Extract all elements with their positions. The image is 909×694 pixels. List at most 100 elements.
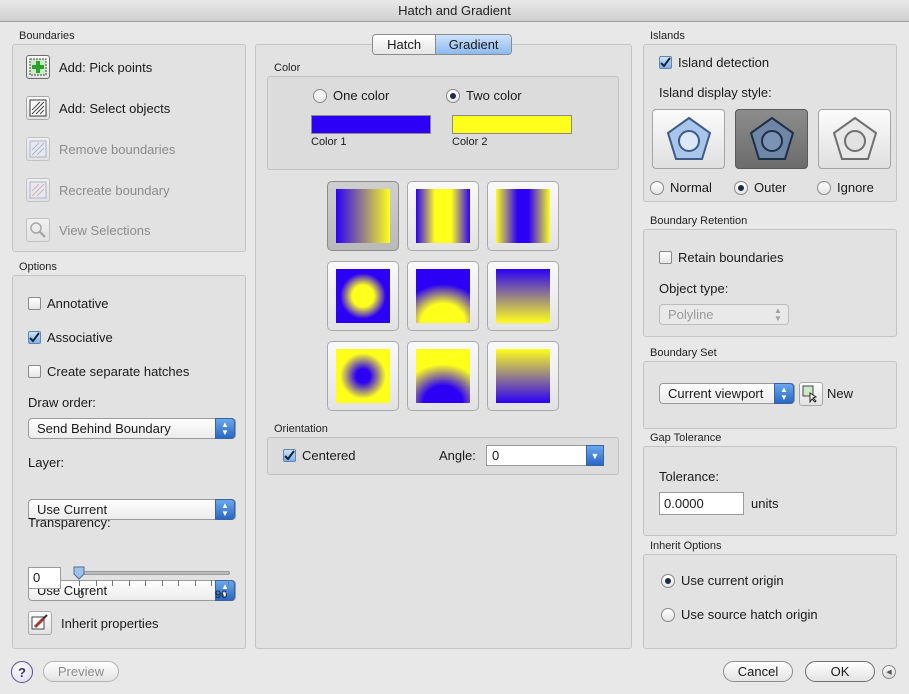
island-normal-button[interactable] <box>652 109 725 169</box>
tab-gradient[interactable]: Gradient <box>436 35 511 54</box>
options-panel: Annotative Associative Create separate h… <box>12 275 246 649</box>
chevron-down-icon[interactable]: ▼ <box>586 445 604 466</box>
separate-hatches-checkbox[interactable]: Create separate hatches <box>28 364 189 379</box>
use-source-origin-radio-dot[interactable] <box>661 607 675 622</box>
transparency-number-field[interactable]: 0 <box>28 567 61 589</box>
boundary-set-select[interactable]: Current viewport ▲ ▼ <box>659 383 795 404</box>
retain-boundaries-checkbox[interactable]: Retain boundaries <box>659 250 784 265</box>
associative-checkbox[interactable]: Associative <box>28 330 113 345</box>
island-ignore-radio[interactable]: Ignore <box>817 180 874 195</box>
annotative-check[interactable] <box>28 297 41 310</box>
tolerance-field[interactable]: 0.0000 <box>659 492 744 515</box>
gradient-hemispherical-button[interactable] <box>407 261 479 331</box>
color2-swatch[interactable] <box>452 115 572 134</box>
color-label: Color <box>274 62 301 74</box>
select-objects-button[interactable]: Add: Select objects <box>26 95 170 121</box>
recreate-boundary-icon <box>26 178 50 202</box>
pick-points-button[interactable]: Add: Pick points <box>26 54 152 80</box>
tab-bar: Hatch Gradient <box>372 34 512 55</box>
island-ignore-radio-dot[interactable] <box>817 180 831 195</box>
transparency-label: Transparency: <box>28 515 111 530</box>
use-current-origin-label: Use current origin <box>681 573 784 588</box>
transparency-slider-thumb[interactable] <box>73 566 85 580</box>
tab-hatch[interactable]: Hatch <box>373 35 437 54</box>
retain-boundaries-check[interactable] <box>659 251 672 264</box>
inherit-properties-button[interactable]: Inherit properties <box>28 610 159 636</box>
gradient-swatch <box>336 269 390 323</box>
gradient-swatch <box>336 349 390 403</box>
pick-arrow-icon <box>802 385 818 403</box>
island-ignore-button[interactable] <box>818 109 891 169</box>
centered-checkbox[interactable]: Centered <box>283 448 355 463</box>
boundary-set-panel: Current viewport ▲ ▼ New <box>643 361 897 429</box>
gradient-cylinder-button[interactable] <box>407 181 479 251</box>
use-source-origin-radio[interactable]: Use source hatch origin <box>661 607 818 622</box>
new-boundary-set-button[interactable] <box>799 382 823 406</box>
island-normal-label: Normal <box>670 180 712 195</box>
angle-combo[interactable]: 0 ▼ <box>486 445 604 466</box>
view-selections-button[interactable]: View Selections <box>26 217 151 243</box>
island-detection-check[interactable] <box>659 56 672 69</box>
gradient-invhemispherical-button[interactable] <box>407 341 479 411</box>
island-outer-icon <box>749 116 794 160</box>
pick-points-label: Add: Pick points <box>59 59 153 75</box>
slider-max-label: 90 <box>215 589 228 601</box>
pick-points-icon <box>26 55 50 79</box>
draw-order-select[interactable]: Send Behind Boundary ▲ ▼ <box>28 418 236 439</box>
select-objects-icon <box>26 96 50 120</box>
associative-check[interactable] <box>28 331 41 344</box>
separate-hatches-check[interactable] <box>28 365 41 378</box>
annotative-checkbox[interactable]: Annotative <box>28 296 108 311</box>
transparency-slider-track[interactable] <box>78 571 230 575</box>
collapse-arrow-icon[interactable]: ◀ <box>882 665 896 679</box>
one-color-radio[interactable]: One color <box>313 88 389 103</box>
object-type-select[interactable]: Polyline ▲ ▼ <box>659 304 789 325</box>
inherit-options-label: Inherit Options <box>650 540 722 552</box>
options-label: Options <box>19 261 57 273</box>
magnifier-icon <box>26 218 50 242</box>
view-selections-label: View Selections <box>59 222 151 238</box>
retain-boundaries-label: Retain boundaries <box>678 250 784 265</box>
two-color-radio[interactable]: Two color <box>446 88 522 103</box>
one-color-radio-dot[interactable] <box>313 88 327 103</box>
remove-boundaries-button[interactable]: Remove boundaries <box>26 136 175 162</box>
island-display-style-label: Island display style: <box>659 85 772 100</box>
gradient-swatch <box>416 269 470 323</box>
island-detection-checkbox[interactable]: Island detection <box>659 55 769 70</box>
island-normal-radio[interactable]: Normal <box>650 180 712 195</box>
use-current-origin-radio-dot[interactable] <box>661 573 675 588</box>
recreate-boundary-button[interactable]: Recreate boundary <box>26 177 170 203</box>
chevron-updown-icon: ▲ ▼ <box>774 305 782 323</box>
islands-panel: Island detection Island display style: N… <box>643 44 897 202</box>
orientation-label: Orientation <box>274 423 328 435</box>
gradient-invcurved-button[interactable] <box>487 341 559 411</box>
island-detection-label: Island detection <box>678 55 770 70</box>
gradient-linear-button[interactable] <box>327 181 399 251</box>
use-current-origin-radio[interactable]: Use current origin <box>661 573 784 588</box>
window-title: Hatch and Gradient <box>0 0 909 22</box>
separate-hatches-label: Create separate hatches <box>47 364 190 379</box>
slider-ticks <box>79 580 229 586</box>
gradient-swatch <box>336 189 390 243</box>
island-outer-radio[interactable]: Outer <box>734 180 787 195</box>
gradient-spherical-button[interactable] <box>327 261 399 331</box>
use-source-origin-label: Use source hatch origin <box>681 607 818 622</box>
preview-button[interactable]: Preview <box>43 661 119 682</box>
island-normal-radio-dot[interactable] <box>650 180 664 195</box>
islands-label: Islands <box>650 30 685 42</box>
island-outer-button[interactable] <box>735 109 808 169</box>
boundary-retention-panel: Retain boundaries Object type: Polyline … <box>643 229 897 337</box>
ok-button[interactable]: OK <box>805 661 875 682</box>
gradient-invcylinder-button[interactable] <box>487 181 559 251</box>
boundaries-label: Boundaries <box>19 30 75 42</box>
gradient-curved-button[interactable] <box>487 261 559 331</box>
island-outer-radio-dot[interactable] <box>734 180 748 195</box>
centered-check[interactable] <box>283 449 296 462</box>
cancel-button[interactable]: Cancel <box>723 661 793 682</box>
boundary-retention-label: Boundary Retention <box>650 215 748 227</box>
color1-swatch[interactable] <box>311 115 431 134</box>
gradient-invspherical-button[interactable] <box>327 341 399 411</box>
help-button[interactable]: ? <box>11 661 33 683</box>
two-color-radio-dot[interactable] <box>446 88 460 103</box>
gradient-swatch <box>496 349 550 403</box>
